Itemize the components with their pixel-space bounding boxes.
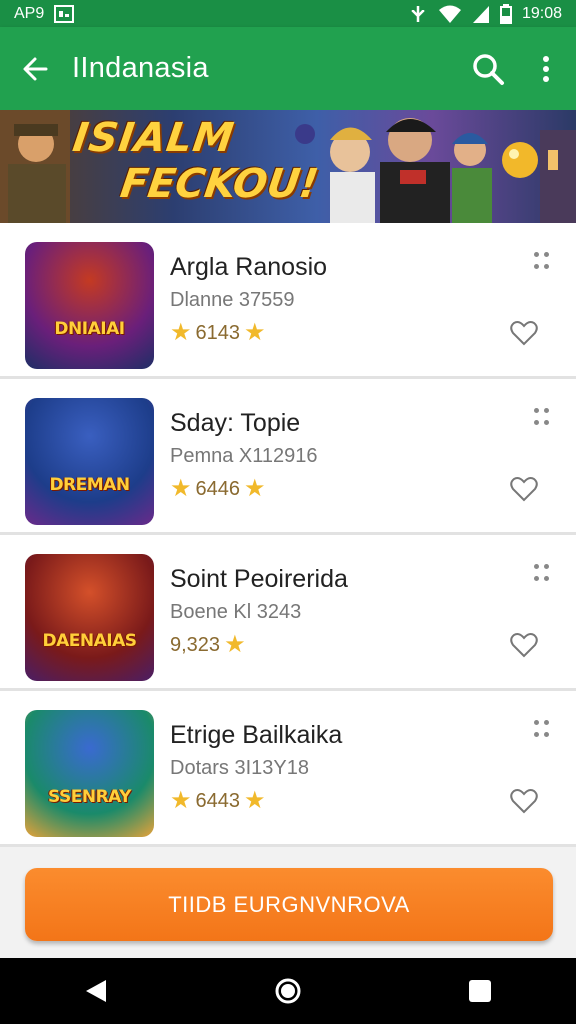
- item-rating: ★ 6443 ★: [170, 789, 266, 813]
- more-vert-icon: [543, 55, 549, 82]
- promo-banner[interactable]: ISIALM FECKOU!: [0, 110, 576, 223]
- item-subtitle: Dotars 3I13Y18: [170, 757, 309, 779]
- primary-action-button[interactable]: TIIDB EURGNVNROVA: [25, 868, 553, 941]
- item-rating: ★ 6143 ★: [170, 321, 266, 345]
- banner-line-1: ISIALM: [70, 115, 238, 161]
- list-item[interactable]: DNIAIAI Argla Ranosio Dlanne 37559 ★ 6143…: [0, 223, 576, 379]
- heart-outline-icon: [510, 633, 538, 658]
- app-title: IIndanasia: [72, 52, 209, 84]
- star-icon: ★: [244, 475, 266, 502]
- battery-icon: [499, 3, 512, 24]
- search-icon: [473, 53, 504, 85]
- list-item[interactable]: SSENRAY Etrige Bailkaika Dotars 3I13Y18 …: [0, 691, 576, 847]
- drag-handle-icon[interactable]: [534, 564, 550, 584]
- rating-value: 9,323: [170, 633, 221, 656]
- star-icon: ★: [244, 319, 266, 346]
- game-thumbnail: DAENAIAS: [25, 554, 154, 681]
- wifi-icon: [438, 4, 462, 24]
- rating-value: 6446: [195, 477, 241, 500]
- item-rating: 9,323 ★: [170, 633, 246, 657]
- search-button[interactable]: [460, 27, 516, 110]
- heart-outline-icon: [510, 477, 538, 502]
- nav-back-icon: [86, 980, 106, 1002]
- game-list: DNIAIAI Argla Ranosio Dlanne 37559 ★ 6143…: [0, 223, 576, 847]
- list-item[interactable]: DREMAN Sday: Topie Pemna X112916 ★ 6446 ★: [0, 379, 576, 535]
- thumbnail-label: DAENAIAS: [42, 631, 138, 651]
- item-subtitle: Dlanne 37559: [170, 289, 295, 311]
- item-title: Soint Peoirerida: [170, 565, 348, 593]
- overflow-menu-button[interactable]: [516, 27, 576, 110]
- game-thumbnail: SSENRAY: [25, 710, 154, 837]
- rating-value: 6443: [195, 789, 241, 812]
- item-rating: ★ 6446 ★: [170, 477, 266, 501]
- list-item[interactable]: DAENAIAS Soint Peoirerida Boene Kl 3243 …: [0, 535, 576, 691]
- favorite-button[interactable]: [510, 788, 538, 819]
- thumbnail-label: DREMAN: [49, 475, 130, 495]
- item-subtitle: Boene Kl 3243: [170, 601, 302, 623]
- item-subtitle: Pemna X112916: [170, 445, 318, 467]
- clock: 19:08: [521, 4, 562, 22]
- nav-back-button[interactable]: [66, 961, 126, 1021]
- star-icon: ★: [244, 787, 266, 814]
- status-bar: AP9 19:08: [0, 0, 576, 27]
- drag-handle-icon[interactable]: [534, 252, 550, 272]
- star-icon: ★: [170, 787, 192, 814]
- game-thumbnail: DREMAN: [25, 398, 154, 525]
- thumbnail-label: DNIAIAI: [54, 319, 125, 339]
- item-title: Sday: Topie: [170, 409, 301, 437]
- nav-recents-icon: [469, 980, 491, 1002]
- carrier-text: AP9: [14, 4, 45, 22]
- nav-home-icon: [275, 978, 301, 1004]
- banner-line-2: FECKOU!: [117, 161, 322, 207]
- favorite-button[interactable]: [510, 476, 538, 507]
- thumbnail-label: SSENRAY: [48, 787, 132, 807]
- heart-outline-icon: [510, 321, 538, 346]
- drag-handle-icon[interactable]: [534, 720, 550, 740]
- app-bar: IIndanasia: [0, 27, 576, 110]
- nav-home-button[interactable]: [258, 961, 318, 1021]
- star-icon: ★: [170, 475, 192, 502]
- notification-image-icon: [54, 4, 75, 23]
- favorite-button[interactable]: [510, 632, 538, 663]
- favorite-button[interactable]: [510, 320, 538, 351]
- banner-headline: ISIALM FECKOU!: [64, 115, 327, 207]
- star-icon: ★: [170, 319, 192, 346]
- star-icon: ★: [224, 631, 246, 658]
- rating-value: 6143: [195, 321, 241, 344]
- signal-icon: [472, 4, 490, 24]
- nav-recents-button[interactable]: [450, 961, 510, 1021]
- usb-icon: [408, 4, 428, 24]
- heart-outline-icon: [510, 789, 538, 814]
- item-title: Argla Ranosio: [170, 253, 328, 281]
- system-nav-bar: [0, 958, 576, 1024]
- item-title: Etrige Bailkaika: [170, 721, 343, 749]
- drag-handle-icon[interactable]: [534, 408, 550, 428]
- game-thumbnail: DNIAIAI: [25, 242, 154, 369]
